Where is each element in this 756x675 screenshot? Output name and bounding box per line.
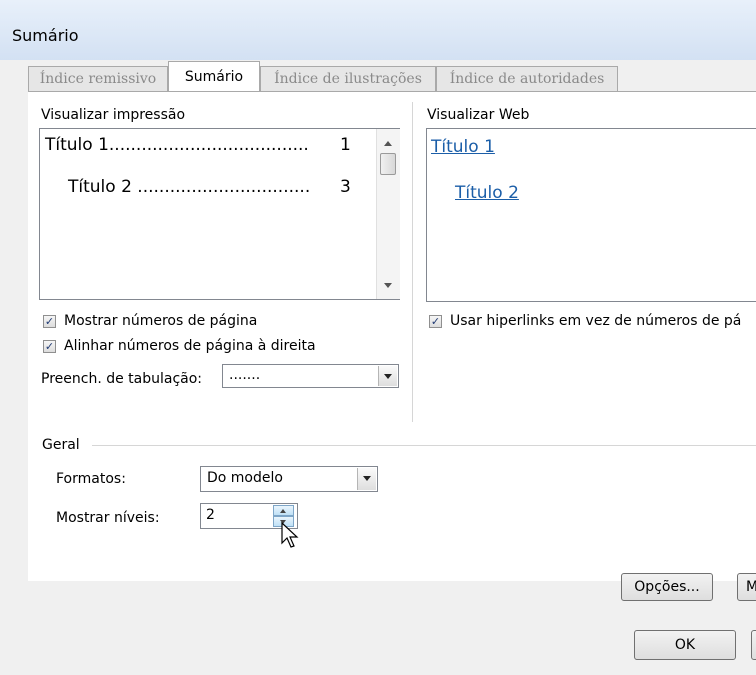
tab-leader-value: .......	[229, 367, 261, 383]
print-preview-scrollbar[interactable]	[376, 129, 400, 299]
show-page-numbers-checkbox[interactable]: ✓	[43, 315, 56, 328]
options-button[interactable]: Opções...	[621, 573, 713, 601]
general-divider	[92, 445, 756, 446]
print-preview-page-1: 1	[340, 135, 351, 155]
modify-button[interactable]: M	[737, 573, 756, 601]
right-align-checkbox[interactable]: ✓	[43, 340, 56, 353]
web-preview-link-1[interactable]: Título 1	[431, 137, 495, 157]
formats-value: Do modelo	[207, 470, 283, 486]
tab-underline	[28, 91, 756, 92]
general-legend: Geral	[42, 437, 80, 453]
tab-sumario[interactable]: Sumário	[168, 61, 260, 91]
spin-up-button[interactable]	[273, 505, 294, 516]
web-preview-label: Visualizar Web	[427, 107, 530, 123]
print-preview-label: Visualizar impressão	[41, 107, 186, 123]
tab-indice-de-autoridades[interactable]: Índice de autoridades	[436, 66, 618, 91]
spin-up-icon	[280, 509, 286, 513]
web-preview-link-2[interactable]: Título 2	[455, 183, 519, 203]
tab-indice-remissivo[interactable]: Índice remissivo	[28, 66, 168, 91]
mouse-cursor-icon	[281, 522, 299, 548]
show-page-numbers-label: Mostrar números de página	[64, 313, 258, 329]
print-preview-box[interactable]: Título 1................................…	[39, 128, 400, 300]
cancel-button[interactable]	[751, 630, 756, 660]
formats-label: Formatos:	[56, 471, 126, 487]
title-bar: Sumário	[0, 0, 756, 61]
scroll-up-icon[interactable]	[384, 141, 392, 146]
tab-leader-label: Preench. de tabulação:	[41, 371, 203, 387]
levels-value: 2	[206, 507, 215, 523]
hyperlinks-label: Usar hiperlinks em vez de números de pá	[450, 313, 742, 329]
chevron-down-icon[interactable]	[357, 468, 376, 490]
formats-select[interactable]: Do modelo	[200, 466, 378, 492]
scroll-down-icon[interactable]	[384, 283, 392, 288]
separator	[412, 102, 413, 422]
ok-button[interactable]: OK	[634, 630, 736, 660]
hyperlinks-checkbox[interactable]: ✓	[429, 315, 442, 328]
print-preview-line-1: Título 1................................…	[45, 135, 309, 155]
tab-leader-select[interactable]: .......	[222, 364, 399, 388]
print-preview-page-2: 3	[340, 177, 351, 197]
chevron-down-icon[interactable]	[378, 366, 397, 386]
web-preview-box[interactable]: Título 1 Título 2	[426, 128, 756, 302]
window-title: Sumário	[12, 26, 79, 45]
right-align-label: Alinhar números de página à direita	[64, 338, 316, 354]
scroll-thumb[interactable]	[380, 153, 396, 175]
print-preview-line-2: Título 2 ...............................…	[68, 177, 311, 197]
levels-label: Mostrar níveis:	[56, 510, 160, 526]
tab-indice-de-ilustracoes[interactable]: Índice de ilustrações	[260, 66, 436, 91]
